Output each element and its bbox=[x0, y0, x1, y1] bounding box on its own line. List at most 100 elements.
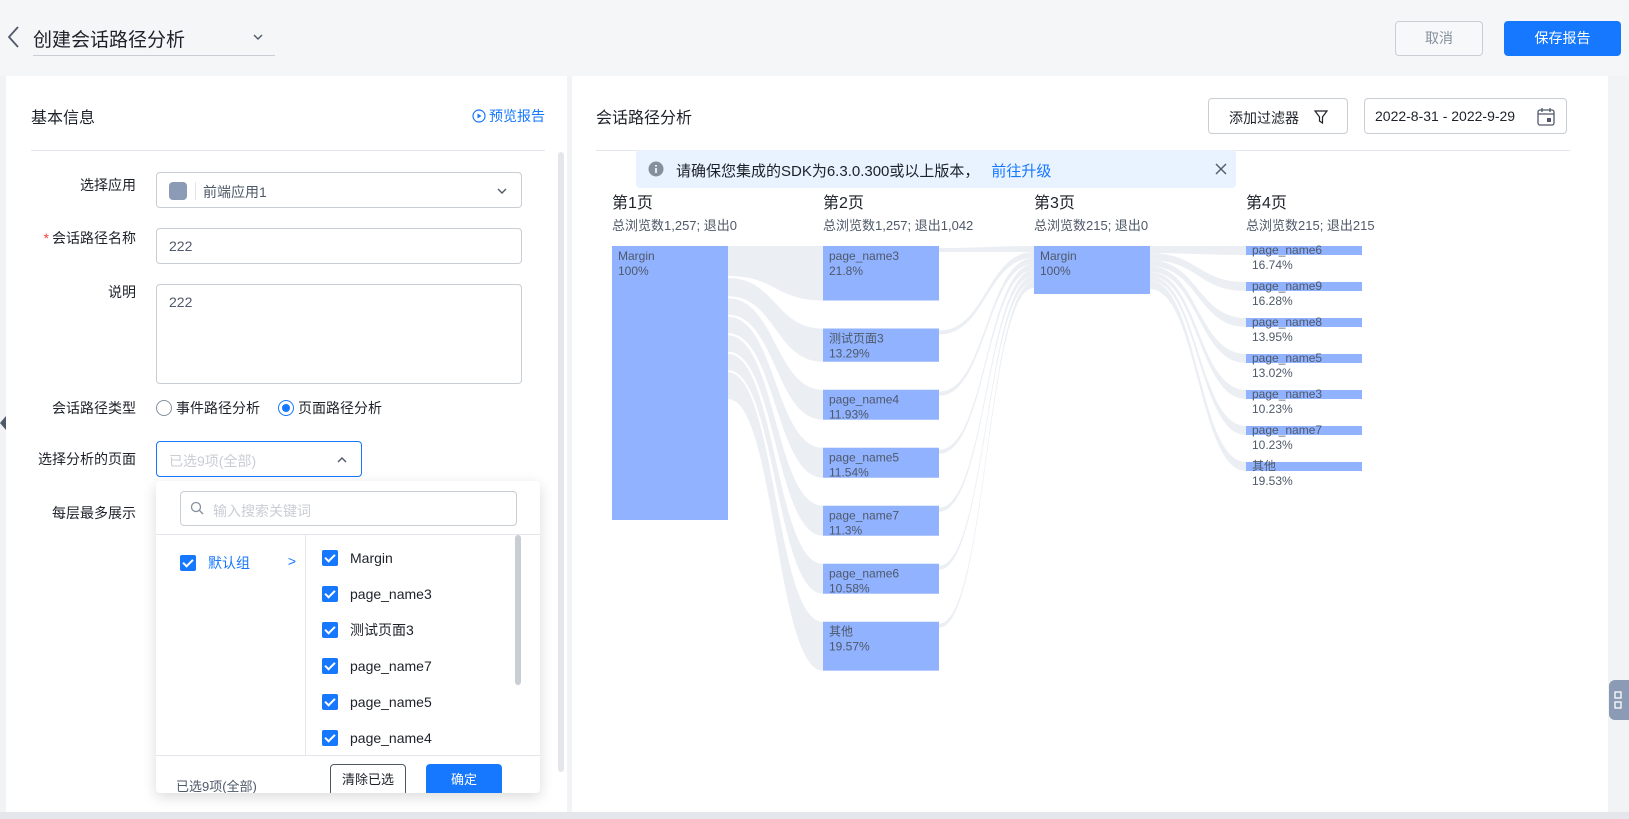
radio-label: 事件路径分析 bbox=[176, 400, 260, 416]
page-title: 创建会话路径分析 bbox=[33, 30, 186, 51]
divider bbox=[31, 150, 545, 151]
column-summary: 总浏览数1,257; 退出0 bbox=[612, 218, 737, 233]
group-default[interactable]: 默认组 > bbox=[180, 553, 296, 573]
sankey-link bbox=[1150, 246, 1246, 255]
radio-event-path[interactable]: 事件路径分析 bbox=[156, 398, 260, 418]
preview-label: 预览报告 bbox=[489, 108, 545, 124]
page-option[interactable]: page_name7 bbox=[322, 643, 512, 679]
sankey-link bbox=[939, 282, 1034, 628]
required-mark: * bbox=[43, 230, 49, 246]
radio-label: 页面路径分析 bbox=[298, 400, 382, 416]
description-textarea[interactable]: 222 bbox=[156, 284, 522, 384]
node-pct-label: 19.53% bbox=[1252, 474, 1293, 488]
node-name-label: page_name7 bbox=[829, 509, 899, 523]
option-label: page_name3 bbox=[350, 586, 432, 602]
checkbox-checked-icon[interactable] bbox=[322, 622, 338, 638]
node-pct-label: 13.95% bbox=[1252, 330, 1293, 344]
option-label: page_name4 bbox=[350, 730, 432, 746]
node-pct-label: 21.8% bbox=[829, 264, 863, 278]
page-option[interactable]: 测试页面3 bbox=[322, 607, 512, 643]
bottom-scroll-area bbox=[0, 812, 1629, 819]
node-pct-label: 10.23% bbox=[1252, 438, 1293, 452]
chevron-up-icon bbox=[337, 457, 347, 463]
page-option[interactable]: Margin bbox=[322, 535, 512, 571]
column-summary: 总浏览数215; 退出215 bbox=[1246, 218, 1375, 233]
path-name-input[interactable]: 222 bbox=[156, 228, 522, 264]
basic-info-panel: 基本信息 预览报告 选择应用 前端应用1 * 会话路径名称 222 说明 222 … bbox=[6, 76, 567, 812]
desc-label: 说明 bbox=[108, 284, 136, 300]
dropdown-scrollbar[interactable] bbox=[515, 535, 521, 685]
node-name-label: page_name6 bbox=[1252, 243, 1322, 257]
chevron-down-icon bbox=[497, 188, 507, 194]
option-label: Margin bbox=[350, 550, 393, 566]
session-path-panel: 会话路径分析 添加过滤器 2022-8-31 - 2022-9-29 请确保您集… bbox=[572, 76, 1608, 812]
group-arrow: > bbox=[287, 553, 296, 569]
page-option[interactable]: page_name3 bbox=[322, 571, 512, 607]
type-radio-group: 事件路径分析 页面路径分析 bbox=[156, 398, 382, 418]
sankey-link bbox=[1150, 266, 1246, 363]
name-label: * 会话路径名称 bbox=[6, 228, 136, 248]
checkbox-checked-icon[interactable] bbox=[322, 694, 338, 710]
checkbox-checked-icon[interactable] bbox=[322, 586, 338, 602]
page-option[interactable]: page_name5 bbox=[322, 679, 512, 715]
checkbox-checked-icon[interactable] bbox=[322, 658, 338, 674]
radio-circle bbox=[156, 400, 172, 416]
column-title: 第1页 bbox=[612, 194, 653, 212]
column-title: 第3页 bbox=[1034, 194, 1075, 212]
node-name-label: page_name7 bbox=[1252, 423, 1322, 437]
node-pct-label: 10.23% bbox=[1252, 402, 1293, 416]
side-toolbox-tab[interactable] bbox=[1609, 680, 1629, 720]
node-name-label: Margin bbox=[1040, 249, 1077, 263]
app-label: 选择应用 bbox=[80, 177, 136, 193]
node-name-label: Margin bbox=[618, 249, 655, 263]
app-value: 前端应用1 bbox=[203, 184, 267, 200]
sankey-link bbox=[1150, 280, 1246, 471]
report-title-select[interactable]: 创建会话路径分析 bbox=[33, 20, 275, 56]
checkbox-checked-icon[interactable] bbox=[322, 730, 338, 746]
save-report-button[interactable]: 保存报告 bbox=[1504, 21, 1621, 56]
search-input[interactable]: 输入搜索关键词 bbox=[180, 491, 517, 526]
node-name-label: page_name3 bbox=[829, 249, 899, 263]
checkbox-checked-icon[interactable] bbox=[322, 550, 338, 566]
session-path-sankey: 第1页总浏览数1,257; 退出0 第2页总浏览数1,257; 退出1,042 第3… bbox=[612, 194, 1375, 671]
node-pct-label: 100% bbox=[1040, 264, 1071, 278]
column-title: 第4页 bbox=[1246, 194, 1287, 212]
dropdown-footer: 已选9项(全部) 清除已选 确定 bbox=[156, 755, 540, 793]
pages-label: 选择分析的页面 bbox=[38, 451, 136, 467]
sankey-link bbox=[939, 246, 1034, 252]
confirm-button[interactable]: 确定 bbox=[426, 764, 502, 793]
node-pct-label: 11.3% bbox=[829, 524, 862, 538]
collapse-arrow-icon[interactable] bbox=[0, 416, 6, 430]
cancel-button[interactable]: 取消 bbox=[1395, 21, 1483, 56]
pages-select[interactable]: 已选9项(全部) bbox=[156, 441, 362, 477]
node-name-label: page_name6 bbox=[829, 567, 899, 581]
selected-count: 已选9项(全部) bbox=[176, 779, 257, 793]
back-arrow-icon[interactable] bbox=[4, 24, 24, 50]
search-icon bbox=[190, 501, 204, 515]
pages-placeholder: 已选9项(全部) bbox=[169, 453, 257, 469]
preview-report-link[interactable]: 预览报告 bbox=[472, 106, 545, 126]
page-option-list: Margin page_name3 测试页面3 page_name7 page_… bbox=[322, 535, 512, 751]
node-name-label: 测试页面3 bbox=[829, 331, 884, 346]
checkbox-checked-icon[interactable] bbox=[180, 555, 196, 571]
group-list: 默认组 > bbox=[156, 535, 306, 755]
sankey-node bbox=[612, 246, 728, 520]
clear-selection-button[interactable]: 清除已选 bbox=[330, 764, 406, 793]
chevron-down-icon bbox=[253, 34, 263, 40]
node-name-label: page_name9 bbox=[1252, 279, 1322, 293]
radio-page-path[interactable]: 页面路径分析 bbox=[278, 398, 382, 418]
page-option[interactable]: page_name4 bbox=[322, 715, 512, 751]
separator bbox=[195, 182, 196, 200]
panel-scrollbar[interactable] bbox=[558, 152, 564, 772]
app-select[interactable]: 前端应用1 bbox=[156, 172, 522, 208]
sankey-link bbox=[939, 276, 1034, 570]
preview-icon bbox=[472, 109, 486, 123]
node-name-label: page_name4 bbox=[829, 393, 899, 407]
section-title: 基本信息 bbox=[31, 110, 96, 127]
max-per-layer-label: 每层最多展示 bbox=[52, 505, 136, 521]
column-summary: 总浏览数1,257; 退出1,042 bbox=[823, 218, 973, 233]
node-pct-label: 13.29% bbox=[829, 347, 870, 361]
option-label: 测试页面3 bbox=[350, 622, 414, 638]
group-label: 默认组 bbox=[208, 555, 250, 571]
node-pct-label: 16.74% bbox=[1252, 258, 1293, 272]
